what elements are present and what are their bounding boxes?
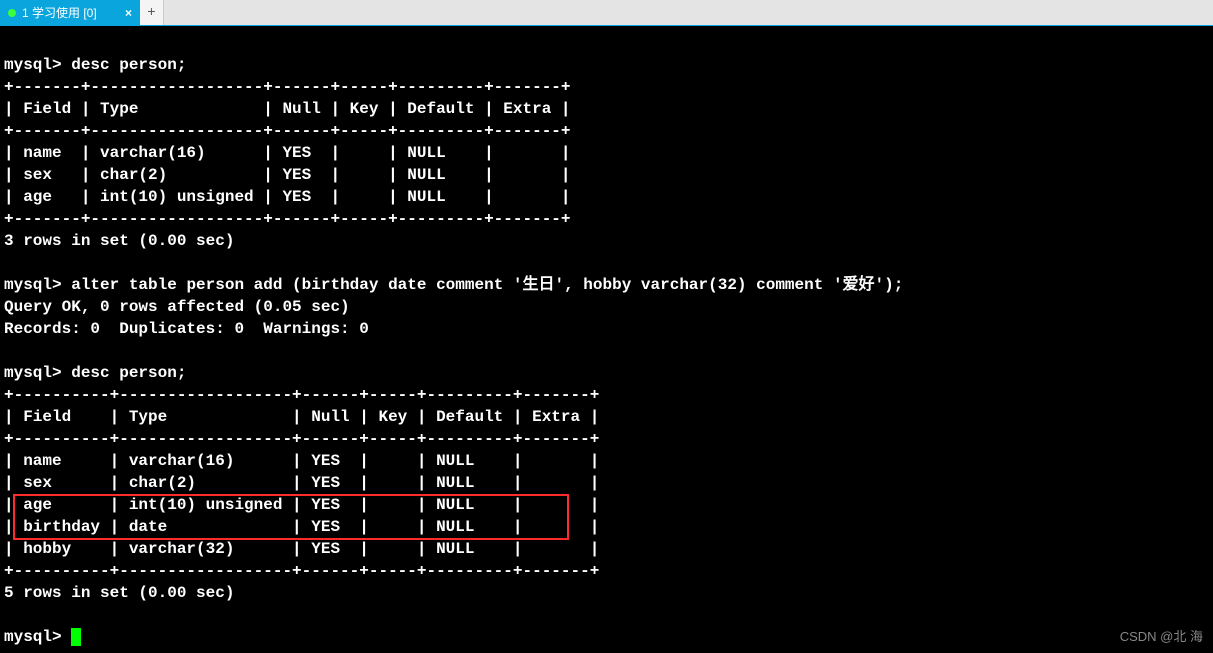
records-line: Records: 0 Duplicates: 0 Warnings: 0 [4,320,369,338]
table-row: | sex | char(2) | YES | | NULL | | [4,166,571,184]
prompt: mysql> [4,56,62,74]
table-sep: +----------+------------------+------+--… [4,386,599,404]
table-sep: +----------+------------------+------+--… [4,562,599,580]
table-row: | age | int(10) unsigned | YES | | NULL … [4,188,571,206]
terminal-output[interactable]: mysql> desc person; +-------+-----------… [0,26,1213,652]
tab-active[interactable]: 1 学习使用 [0] × [0,0,140,25]
watermark: CSDN @北 海 [1120,626,1203,645]
result-summary: 5 rows in set (0.00 sec) [4,584,234,602]
prompt: mysql> [4,628,62,646]
prompt: mysql> [4,276,62,294]
table-header: | Field | Type | Null | Key | Default | … [4,100,571,118]
table-row: | hobby | varchar(32) | YES | | NULL | | [4,540,599,558]
table-header: | Field | Type | Null | Key | Default | … [4,408,599,426]
prompt: mysql> [4,364,62,382]
table-sep: +-------+------------------+------+-----… [4,122,571,140]
tab-bar: 1 学习使用 [0] × + [0,0,1213,26]
add-tab-button[interactable]: + [140,0,164,25]
table-row: | age | int(10) unsigned | YES | | NULL … [4,496,599,514]
query-ok: Query OK, 0 rows affected (0.05 sec) [4,298,350,316]
cursor-icon [71,628,81,646]
close-icon[interactable]: × [125,6,132,20]
table-sep: +----------+------------------+------+--… [4,430,599,448]
command-desc-1: desc person; [71,56,186,74]
table-row: | birthday | date | YES | | NULL | | [4,518,599,536]
table-sep: +-------+------------------+------+-----… [4,210,571,228]
command-alter: alter table person add (birthday date co… [71,276,903,294]
result-summary: 3 rows in set (0.00 sec) [4,232,234,250]
table-row: | name | varchar(16) | YES | | NULL | | [4,452,599,470]
table-row: | sex | char(2) | YES | | NULL | | [4,474,599,492]
tab-title: 1 学习使用 [0] [22,4,97,21]
command-desc-2: desc person; [71,364,186,382]
table-row: | name | varchar(16) | YES | | NULL | | [4,144,571,162]
status-dot-icon [8,9,16,17]
table-sep: +-------+------------------+------+-----… [4,78,571,96]
